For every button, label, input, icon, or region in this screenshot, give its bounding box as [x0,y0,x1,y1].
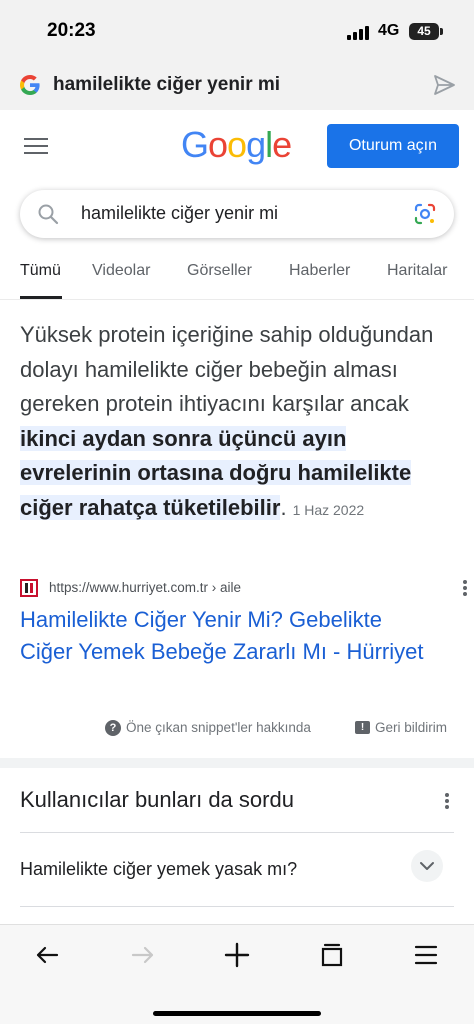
tab-all[interactable]: Tümü [20,262,61,280]
snippet-footer: ? Öne çıkan snippet'ler hakkında ! Geri … [0,716,474,742]
more-options-icon[interactable] [462,578,468,598]
result-title-link[interactable]: Hamilelikte Ciğer Yenir Mi? Gebelikte Ci… [20,604,440,667]
search-box[interactable]: hamilelikte ciğer yenir mi [20,190,454,238]
forward-arrow-icon[interactable] [129,941,157,969]
address-query[interactable]: hamilelikte ciğer yenir mi [53,74,280,96]
feedback-link[interactable]: Geri bildirim [375,720,447,735]
google-logo[interactable]: Google [181,124,292,166]
tabs-icon[interactable] [318,941,346,969]
sign-in-button[interactable]: Oturum açın [327,124,459,168]
snippet-text-end: . [280,494,287,520]
logo-letter: G [181,124,209,165]
search-input[interactable]: hamilelikte ciğer yenir mi [81,203,278,224]
browser-toolbar [0,924,474,1024]
new-tab-plus-icon[interactable] [223,941,251,969]
home-indicator [153,1011,321,1016]
hamburger-menu-icon[interactable] [24,138,48,156]
feedback-icon[interactable]: ! [355,721,370,734]
about-snippets-link[interactable]: Öne çıkan snippet'ler hakkında [126,720,311,735]
status-bar: 20:23 4G 45 [0,0,474,62]
status-time: 20:23 [47,20,96,41]
tab-news[interactable]: Haberler [289,262,350,280]
divider [20,906,454,907]
people-also-ask-title: Kullanıcılar bunları da sordu [20,787,294,812]
google-g-icon [20,75,40,95]
active-tab-indicator [20,296,62,299]
tab-images[interactable]: Görseller [187,262,252,280]
battery-tip [440,28,443,35]
help-icon[interactable]: ? [105,720,121,736]
snippet-text-plain: Yüksek protein içeriğine sahip olduğunda… [20,322,434,416]
send-icon[interactable] [431,72,457,98]
chevron-down-icon[interactable] [411,850,443,882]
signal-icon [347,26,371,40]
network-label: 4G [378,22,400,39]
section-divider [0,758,474,768]
menu-icon[interactable] [412,941,440,969]
battery-icon: 45 [409,23,439,40]
logo-letter: o [227,124,247,165]
divider [20,832,454,833]
featured-snippet-text: Yüksek protein içeriğine sahip olduğunda… [20,318,454,527]
more-options-icon[interactable] [444,791,450,811]
tab-videos[interactable]: Videolar [92,262,150,280]
snippet-date: 1 Haz 2022 [292,501,365,518]
tab-maps[interactable]: Haritalar [387,262,447,280]
logo-letter: g [246,124,266,165]
back-arrow-icon[interactable] [33,941,61,969]
hurriyet-favicon-icon [20,579,38,597]
search-icon[interactable] [36,202,60,226]
result-source[interactable]: https://www.hurriyet.com.tr › aile [20,578,467,598]
source-url[interactable]: https://www.hurriyet.com.tr › aile [49,580,241,595]
logo-letter: e [272,124,292,165]
address-bar[interactable]: hamilelikte ciğer yenir mi [0,62,474,110]
logo-letter: o [208,124,228,165]
search-tabs: Tümü Videolar Görseller Haberler Harital… [0,256,474,300]
google-lens-icon[interactable] [413,202,437,226]
paa-question[interactable]: Hamilelikte ciğer yemek yasak mı? [20,859,297,880]
